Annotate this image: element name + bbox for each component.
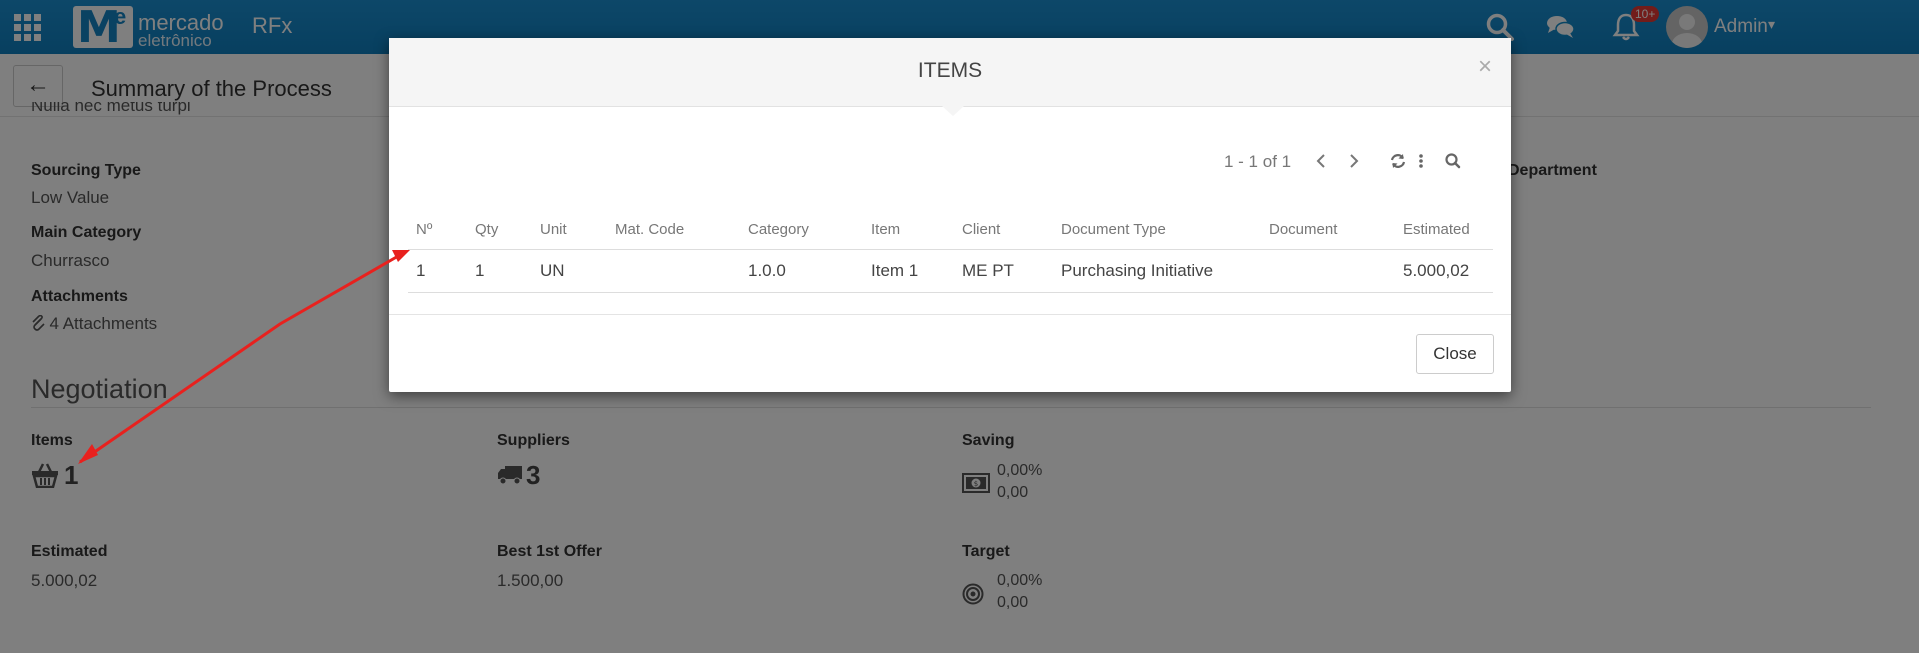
chevron-right-icon[interactable] — [1344, 151, 1364, 171]
modal-header-pointer — [942, 106, 964, 116]
cell-qty: 1 — [467, 249, 532, 293]
cell-document — [1261, 249, 1395, 293]
column-header[interactable]: Document Type — [1053, 221, 1261, 250]
column-header[interactable]: Nº — [408, 221, 467, 250]
modal-title: ITEMS — [917, 59, 983, 82]
cell-unit: UN — [532, 249, 607, 293]
column-header[interactable]: Qty — [467, 221, 532, 250]
column-header[interactable]: Unit — [532, 221, 607, 250]
cell-mat-code — [607, 249, 740, 293]
column-header[interactable]: Item — [863, 221, 954, 250]
search-icon[interactable] — [1443, 151, 1463, 171]
table-header-row: Nº Qty Unit Mat. Code Category Item Clie… — [408, 221, 1493, 250]
modal-footer-divider — [389, 314, 1511, 315]
cell-item: Item 1 — [863, 249, 954, 293]
items-table: Nº Qty Unit Mat. Code Category Item Clie… — [408, 221, 1493, 293]
cell-number: 1 — [408, 249, 467, 293]
table-row[interactable]: 1 1 UN 1.0.0 Item 1 ME PT Purchasing Ini… — [408, 249, 1493, 293]
cell-estimated: 5.000,02 — [1395, 249, 1493, 293]
items-modal: ITEMS × 1 - 1 of 1 Nº Qty Unit Mat. Code… — [389, 38, 1511, 392]
pagination-text: 1 - 1 of 1 — [1224, 152, 1292, 171]
chevron-left-icon[interactable] — [1311, 151, 1331, 171]
column-header[interactable]: Document — [1261, 221, 1395, 250]
cell-document-type: Purchasing Initiative — [1053, 249, 1261, 293]
cell-category: 1.0.0 — [740, 249, 863, 293]
column-header[interactable]: Category — [740, 221, 863, 250]
close-button[interactable]: Close — [1416, 334, 1494, 374]
column-header[interactable]: Estimated — [1395, 221, 1493, 250]
refresh-icon[interactable] — [1388, 151, 1408, 171]
cell-client: ME PT — [954, 249, 1053, 293]
column-header[interactable]: Client — [954, 221, 1053, 250]
more-vertical-icon[interactable] — [1411, 151, 1431, 171]
close-icon[interactable]: × — [1478, 53, 1492, 81]
column-header[interactable]: Mat. Code — [607, 221, 740, 250]
modal-header: ITEMS × — [389, 38, 1511, 107]
